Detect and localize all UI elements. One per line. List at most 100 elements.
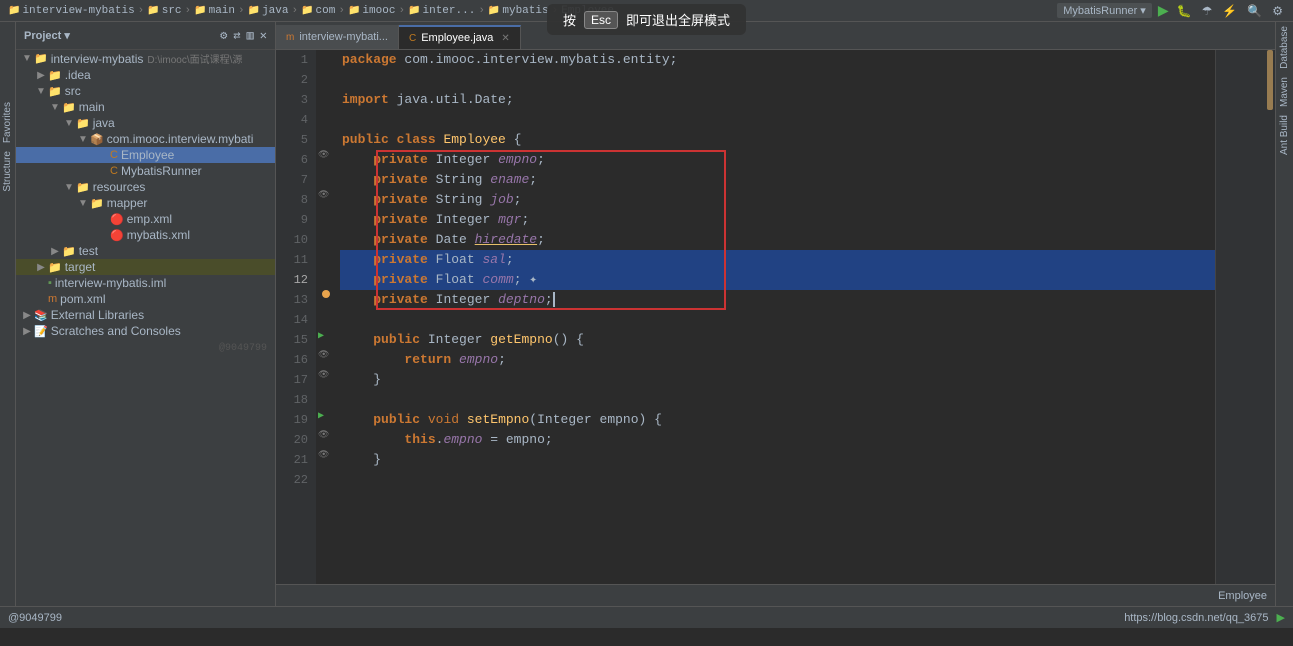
folder-icon-test: 📁 — [62, 245, 76, 258]
code-line-11: private Float sal; — [340, 250, 1215, 270]
line-num-7: 7 — [276, 170, 308, 190]
sidebar-icons: ⚙ ⇄ ▥ ✕ — [220, 28, 267, 43]
maven-label[interactable]: Maven — [1279, 77, 1290, 107]
tree-arrow-external: ▶ — [20, 310, 34, 321]
sidebar: Project ▾ ⚙ ⇄ ▥ ✕ ▼ 📁 interview-mybatis … — [16, 22, 276, 606]
tree-main-label: main — [79, 100, 105, 114]
gutter: ▶ ▶ 👁 👁 👁 👁 👁 👁 — [316, 50, 336, 584]
code-area[interactable]: package com.imooc.interview.mybatis.enti… — [336, 50, 1215, 584]
search-button[interactable]: 🔍 — [1245, 4, 1264, 18]
folder-icon-mybatis: 📁 — [488, 5, 500, 17]
tree-arrow-root: ▼ — [20, 53, 34, 64]
tree-scratches[interactable]: ▶ 📝 Scratches and Consoles — [16, 323, 275, 339]
favorites-label[interactable]: Favorites — [2, 102, 13, 143]
tab-employee[interactable]: C Employee.java ✕ — [399, 25, 521, 49]
code-line-7: private String ename; — [340, 170, 1215, 190]
code-line-18 — [340, 390, 1215, 410]
tree-java-label: java — [93, 116, 115, 130]
xml-icon-mybatis: 🔴 — [110, 229, 124, 242]
tree-pom[interactable]: m pom.xml — [16, 291, 275, 307]
tree-external[interactable]: ▶ 📚 External Libraries — [16, 307, 275, 323]
tree-arrow-test: ▶ — [48, 246, 62, 257]
left-strip: Favorites Structure — [0, 22, 16, 606]
structure-label[interactable]: Structure — [2, 151, 13, 192]
line-numbers: 1 2 3 4 5 6 7 8 9 10 11 12 13 14 15 16 1… — [276, 50, 316, 584]
tree-employee[interactable]: C Employee — [16, 147, 275, 163]
run-button[interactable]: ▶ — [1158, 2, 1169, 19]
tree-src[interactable]: ▼ 📁 src — [16, 83, 275, 99]
folder-icon-java-tree: 📁 — [76, 117, 90, 130]
tree-emp-xml[interactable]: 🔴 emp.xml — [16, 211, 275, 227]
coverage-button[interactable]: ☂ — [1200, 4, 1215, 18]
tree-java[interactable]: ▼ 📁 java — [16, 115, 275, 131]
tab-mybatis[interactable]: m interview-mybati... — [276, 25, 399, 49]
tree-mybatis-xml[interactable]: 🔴 mybatis.xml — [16, 227, 275, 243]
main-layout: Favorites Structure Project ▾ ⚙ ⇄ ▥ ✕ ▼ … — [0, 22, 1293, 606]
tree-external-label: External Libraries — [51, 308, 144, 322]
tree-runner-label: MybatisRunner — [121, 164, 202, 178]
code-line-2 — [340, 70, 1215, 90]
line-num-16: 16 — [276, 350, 308, 370]
tree-test[interactable]: ▶ 📁 test — [16, 243, 275, 259]
sidebar-collapse-icon[interactable]: ▥ — [247, 28, 254, 43]
tree-main[interactable]: ▼ 📁 main — [16, 99, 275, 115]
tree-package[interactable]: ▼ 📦 com.imooc.interview.mybati — [16, 131, 275, 147]
watermark: @9049799 — [16, 339, 275, 358]
line-num-9: 9 — [276, 210, 308, 230]
line-num-10: 10 — [276, 230, 308, 250]
database-label[interactable]: Database — [1279, 26, 1290, 69]
line-num-1: 1 — [276, 50, 308, 70]
tree-arrow-src: ▼ — [34, 86, 48, 97]
code-line-13: private Integer deptno; — [340, 290, 1215, 310]
sidebar-sync-icon[interactable]: ⇄ — [233, 28, 240, 43]
tree-mybatisrunner[interactable]: C MybatisRunner — [16, 163, 275, 179]
status-url: https://blog.csdn.net/qq_3675 — [1124, 612, 1268, 624]
debug-button[interactable]: 🐛 — [1175, 4, 1194, 18]
tree-arrow-target: ▶ — [34, 262, 48, 273]
tree-mapper[interactable]: ▼ 📁 mapper — [16, 195, 275, 211]
code-line-3: import java.util.Date; — [340, 90, 1215, 110]
gutter-icon-6: 👁 — [318, 150, 329, 160]
editor-content: 1 2 3 4 5 6 7 8 9 10 11 12 13 14 15 16 1… — [276, 50, 1275, 584]
folder-icon-target: 📁 — [48, 261, 62, 274]
line-num-17: 17 — [276, 370, 308, 390]
status-watermark: @9049799 — [8, 612, 62, 624]
tree-arrow-java: ▼ — [62, 118, 76, 129]
tree-root[interactable]: ▼ 📁 interview-mybatis D:\imooc\面试课程\源 — [16, 50, 275, 67]
code-line-5: public class Employee { — [340, 130, 1215, 150]
tree-arrow-scratches: ▶ — [20, 326, 34, 337]
line-num-2: 2 — [276, 70, 308, 90]
sidebar-gear-icon[interactable]: ⚙ — [220, 28, 227, 43]
ant-build-label[interactable]: Ant Build — [1279, 115, 1290, 155]
tree-iml-label: interview-mybatis.iml — [55, 276, 166, 290]
folder-icon-com: 📁 — [301, 5, 313, 17]
line-num-13: 13 — [276, 290, 308, 310]
getter-arrow-15: ▶ — [318, 330, 324, 342]
tab-employee-label: Employee.java — [421, 32, 493, 44]
status-play-icon[interactable]: ▶ — [1277, 611, 1285, 624]
code-line-10: private Date hiredate; — [340, 230, 1215, 250]
tree-root-path: D:\imooc\面试课程\源 — [147, 51, 242, 66]
getter-arrow-19: ▶ — [318, 410, 324, 422]
line-num-18: 18 — [276, 390, 308, 410]
run-config-btn[interactable]: MybatisRunner ▾ — [1057, 3, 1152, 18]
line-num-22: 22 — [276, 470, 308, 490]
sidebar-close-icon[interactable]: ✕ — [260, 28, 267, 43]
tree-idea-label: .idea — [65, 68, 91, 82]
settings-button[interactable]: ⚙ — [1270, 4, 1285, 18]
tree-package-label: com.imooc.interview.mybati — [107, 132, 254, 146]
tree-resources[interactable]: ▼ 📁 resources — [16, 179, 275, 195]
folder-icon-main: 📁 — [194, 5, 206, 17]
tree-root-label: interview-mybatis — [51, 52, 144, 66]
folder-icon-java: 📁 — [248, 5, 260, 17]
code-line-12: private Float comm; ✦ — [340, 270, 1215, 290]
tree-idea[interactable]: ▶ 📁 .idea — [16, 67, 275, 83]
tab-close-employee[interactable]: ✕ — [501, 33, 509, 44]
tree-target[interactable]: ▶ 📁 target — [16, 259, 275, 275]
profile-button[interactable]: ⚡ — [1220, 4, 1239, 18]
line-num-21: 21 — [276, 450, 308, 470]
java-icon-employee: C — [110, 149, 118, 161]
tree-iml[interactable]: ▪ interview-mybatis.iml — [16, 275, 275, 291]
iml-icon: ▪ — [48, 277, 52, 289]
maven-icon-pom: m — [48, 293, 57, 305]
